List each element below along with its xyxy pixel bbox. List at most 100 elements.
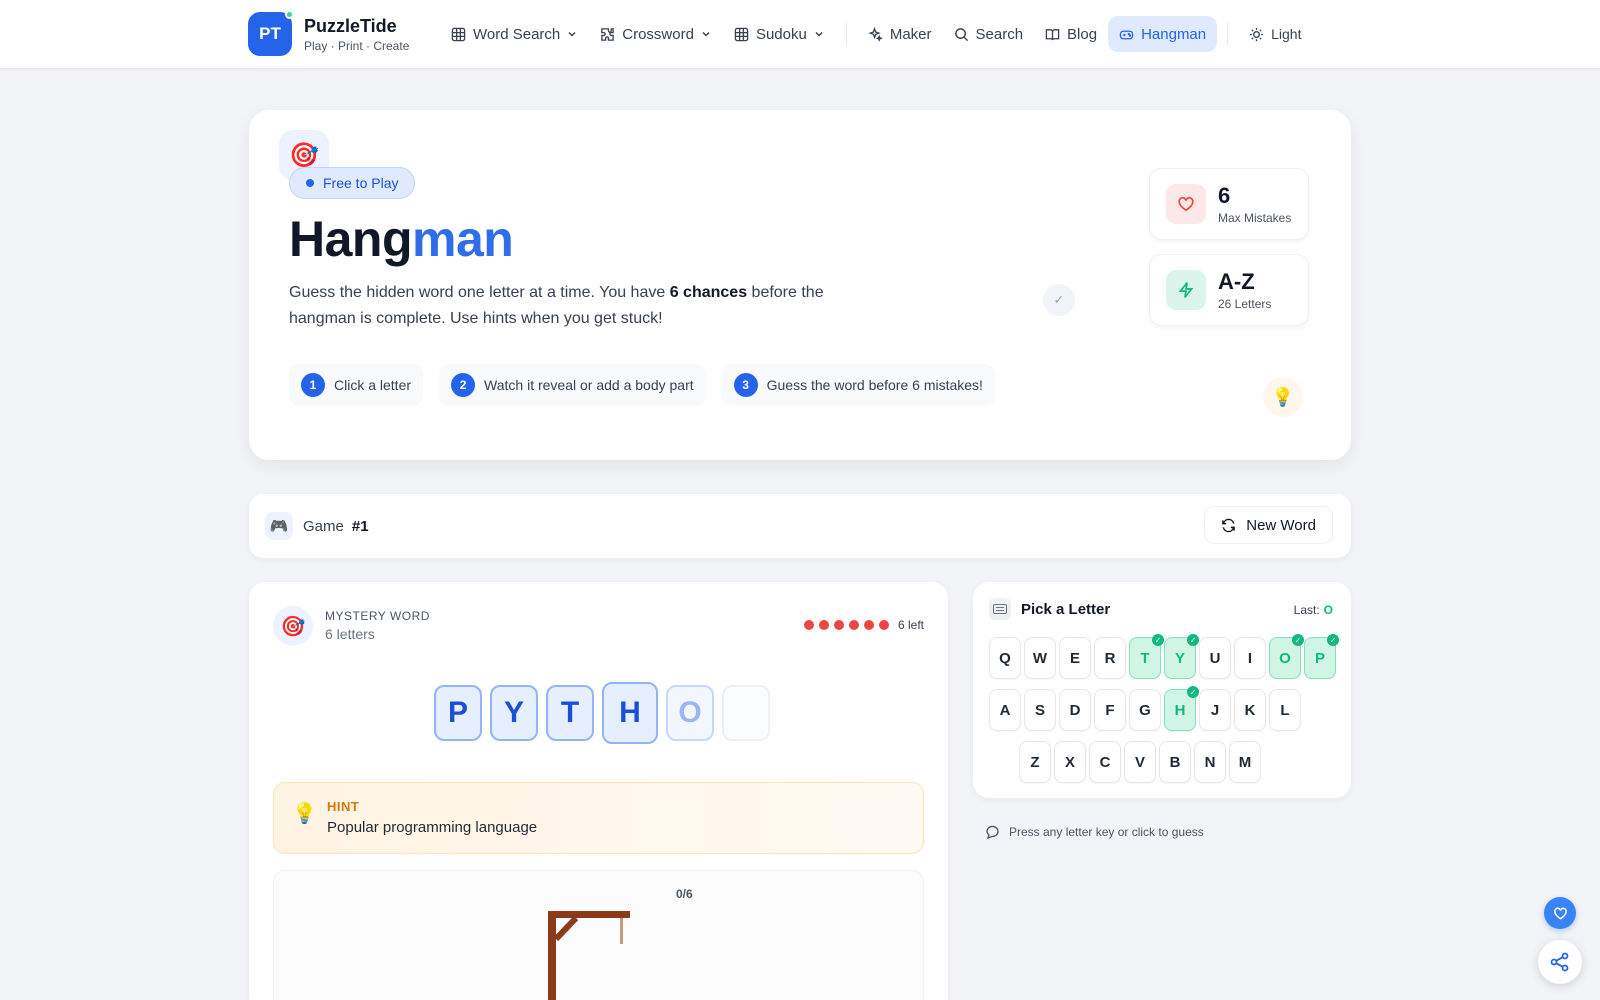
key-q[interactable]: Q bbox=[989, 637, 1021, 679]
brand-logo[interactable]: PT bbox=[248, 10, 294, 56]
keyboard-icon bbox=[989, 598, 1011, 620]
key-label: J bbox=[1210, 701, 1220, 719]
brand-initials: PT bbox=[259, 24, 281, 43]
stat-letters: A-Z 26 Letters bbox=[1149, 254, 1309, 326]
key-k[interactable]: K bbox=[1234, 689, 1266, 731]
brand[interactable]: PT PuzzleTide Play · Print · Create bbox=[248, 10, 409, 56]
game-number: #1 bbox=[351, 517, 369, 535]
key-v[interactable]: V bbox=[1124, 741, 1156, 783]
hero-card: 🎯 Free to Play Hangman Guess the hidden … bbox=[249, 110, 1351, 460]
nav-divider bbox=[845, 23, 847, 45]
nav-maker-label: Maker bbox=[889, 25, 932, 43]
nav-word-search[interactable]: Word Search bbox=[440, 16, 589, 52]
hero-description: Guess the hidden word one letter at a ti… bbox=[289, 280, 879, 332]
step-text: Watch it reveal or add a body part bbox=[484, 377, 694, 393]
letter-tile: T bbox=[546, 685, 594, 741]
game-bar: 🎮 Game #1 New Word bbox=[249, 494, 1351, 558]
step-text: Click a letter bbox=[334, 377, 412, 393]
keyboard-row: ZXCVB N M bbox=[1019, 741, 1264, 783]
grid-icon bbox=[451, 27, 466, 41]
chevron-down-icon bbox=[815, 31, 823, 37]
key-label: T bbox=[1140, 649, 1150, 667]
key-d[interactable]: D bbox=[1059, 689, 1091, 731]
step-number: 2 bbox=[451, 373, 476, 397]
step-number: 3 bbox=[733, 373, 758, 397]
nav-sudoku[interactable]: Sudoku bbox=[723, 16, 836, 52]
letter-tile: Y bbox=[490, 685, 538, 741]
desc-before: Guess the hidden word one letter at a ti… bbox=[289, 284, 670, 301]
check-icon: ✓ bbox=[1187, 686, 1199, 698]
brand-name: PuzzleTide bbox=[304, 15, 397, 36]
key-i[interactable]: I bbox=[1234, 637, 1266, 679]
key-l[interactable]: L bbox=[1269, 689, 1301, 731]
title-main: Hang bbox=[289, 211, 413, 267]
gamepad-icon: 🎮 bbox=[265, 512, 293, 540]
chevron-down-icon bbox=[568, 31, 576, 37]
key-label: I bbox=[1247, 649, 1253, 667]
lives-left-text: 6 left bbox=[897, 618, 924, 632]
share-button[interactable] bbox=[1538, 940, 1582, 984]
mystery-word-panel: 🎯 MYSTERY WORD 6 letters 6 left P Y T H … bbox=[249, 582, 948, 1000]
nav-search[interactable]: Search bbox=[943, 16, 1035, 52]
nav-hangman[interactable]: Hangman bbox=[1108, 16, 1218, 52]
nav-sudoku-label: Sudoku bbox=[755, 25, 807, 43]
game-label: Game bbox=[303, 517, 344, 535]
gallows-icon bbox=[548, 911, 630, 1000]
step-item: 3 Guess the word before 6 mistakes! bbox=[721, 364, 995, 406]
key-s[interactable]: S bbox=[1024, 689, 1056, 731]
new-word-button[interactable]: New Word bbox=[1204, 506, 1333, 544]
key-y[interactable]: Y ✓ bbox=[1164, 634, 1199, 679]
lightbulb-icon: 💡 bbox=[1263, 377, 1303, 417]
key-p[interactable]: P ✓ bbox=[1304, 634, 1339, 679]
keyboard-row: Q W E R T ✓ Y ✓ U I O ✓ P ✓ bbox=[989, 634, 1339, 679]
nav-blog[interactable]: Blog bbox=[1034, 16, 1108, 52]
key-label: A bbox=[999, 701, 1011, 719]
key-a[interactable]: A bbox=[989, 689, 1021, 731]
keyboard-title: Pick a Letter bbox=[1021, 601, 1111, 618]
life-dot bbox=[833, 620, 844, 630]
key-w[interactable]: W bbox=[1024, 637, 1056, 679]
key-label: N bbox=[1204, 753, 1216, 771]
key-x[interactable]: X bbox=[1054, 741, 1086, 783]
key-m[interactable]: M bbox=[1229, 741, 1261, 783]
life-dot bbox=[803, 620, 814, 630]
key-h[interactable]: H ✓ bbox=[1164, 686, 1199, 731]
letter-tile: P bbox=[434, 685, 482, 741]
key-n[interactable]: N bbox=[1194, 741, 1226, 783]
key-label: M bbox=[1238, 753, 1252, 771]
book-open-icon bbox=[1045, 28, 1060, 40]
hint-label: HINT bbox=[327, 799, 360, 814]
favorite-button[interactable] bbox=[1544, 897, 1576, 929]
key-label: B bbox=[1169, 753, 1181, 771]
search-icon bbox=[954, 27, 968, 41]
key-z[interactable]: Z bbox=[1019, 741, 1051, 783]
key-u[interactable]: U bbox=[1199, 637, 1231, 679]
life-dot bbox=[863, 620, 874, 630]
grid-icon bbox=[734, 27, 749, 41]
stat-max-mistakes: 6 Max Mistakes bbox=[1149, 168, 1309, 240]
key-e[interactable]: E bbox=[1059, 637, 1091, 679]
theme-toggle[interactable]: Light bbox=[1238, 16, 1312, 52]
key-t[interactable]: T ✓ bbox=[1129, 634, 1164, 679]
bolt-icon bbox=[1166, 270, 1206, 310]
key-c[interactable]: C bbox=[1089, 741, 1121, 783]
key-label: Z bbox=[1030, 753, 1040, 771]
check-icon: ✓ bbox=[1043, 284, 1075, 316]
key-b[interactable]: B bbox=[1159, 741, 1191, 783]
key-f[interactable]: F bbox=[1094, 689, 1126, 731]
page-title: Hangman bbox=[289, 210, 514, 268]
nav-word-search-label: Word Search bbox=[473, 25, 561, 43]
badge-label: Free to Play bbox=[323, 175, 399, 191]
key-label: F bbox=[1105, 701, 1115, 719]
nav-crossword[interactable]: Crossword bbox=[589, 16, 723, 52]
top-navigation: PT PuzzleTide Play · Print · Create Word… bbox=[0, 0, 1600, 69]
key-g[interactable]: G bbox=[1129, 689, 1161, 731]
nav-hangman-label: Hangman bbox=[1141, 25, 1207, 43]
key-label: H bbox=[1174, 701, 1186, 719]
key-j[interactable]: J bbox=[1199, 689, 1231, 731]
life-dot bbox=[818, 620, 829, 630]
key-o[interactable]: O ✓ bbox=[1269, 634, 1304, 679]
key-label: Q bbox=[999, 649, 1011, 667]
key-r[interactable]: R bbox=[1094, 637, 1126, 679]
nav-maker[interactable]: Maker bbox=[857, 16, 943, 52]
